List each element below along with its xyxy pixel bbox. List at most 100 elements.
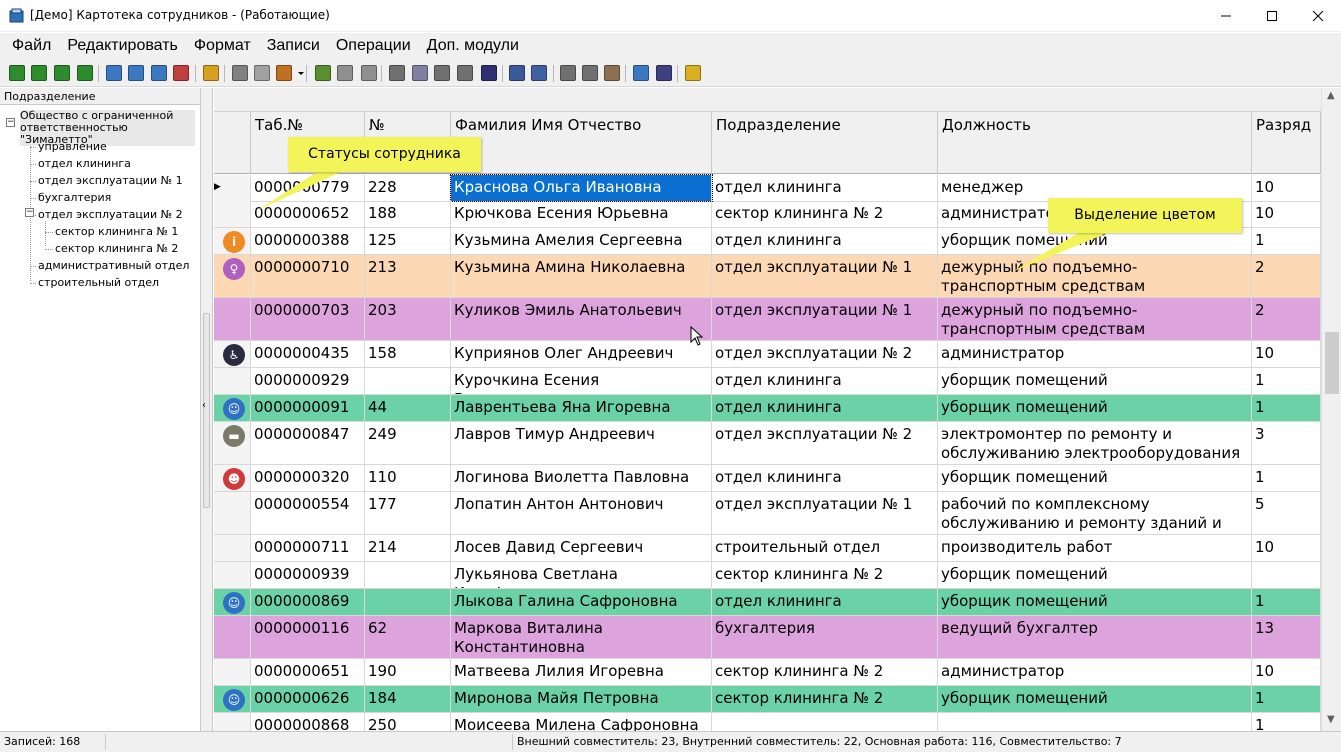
tree-node[interactable]: управление — [38, 140, 107, 153]
cell-grade[interactable]: 1 — [1252, 686, 1321, 712]
table-row[interactable]: ☻ 0000000320 110 Логинова Виолетта Павловна… — [214, 465, 1321, 492]
next-record-icon[interactable] — [54, 65, 70, 81]
cell-tab[interactable]: 0000000116 — [251, 616, 365, 658]
menu-item-4[interactable]: Операции — [328, 33, 419, 59]
column-header[interactable]: Должность — [938, 112, 1252, 174]
cell-num[interactable]: 110 — [365, 465, 451, 491]
cell-position[interactable]: производитель работ — [938, 535, 1252, 561]
cell-dept[interactable]: отдел клининга — [712, 589, 938, 615]
cell-num[interactable]: 62 — [365, 616, 451, 658]
import-icon[interactable] — [315, 65, 331, 81]
cell-num[interactable]: 213 — [365, 255, 451, 297]
cell-name[interactable]: Крючкова Есения Юрьевна — [451, 201, 712, 227]
cell-tab[interactable]: 0000000868 — [251, 713, 365, 731]
cell-name[interactable]: Моисеева Милена Сафроновна — [451, 713, 712, 731]
columns-icon[interactable] — [389, 65, 405, 81]
cell-dept[interactable]: отдел клининга — [712, 395, 938, 421]
cell-tab[interactable]: 0000000091 — [251, 395, 365, 421]
cell-position[interactable] — [938, 713, 1252, 731]
close-icon[interactable] — [1295, 0, 1341, 32]
panel-splitter[interactable]: ‹ — [201, 88, 213, 731]
tree-node[interactable]: отдел эксплуатации № 1 — [38, 174, 183, 187]
copy-record-icon[interactable] — [128, 65, 144, 81]
prev-record-icon[interactable] — [31, 65, 47, 81]
cell-num[interactable]: 44 — [365, 395, 451, 421]
table-row[interactable]: ☺ 0000000869 Лыкова Галина Сафроновна отдел… — [214, 589, 1321, 616]
add-record-icon[interactable] — [106, 65, 122, 81]
cell-name[interactable]: Маркова Виталина Константиновна — [451, 616, 712, 658]
cell-dept[interactable]: строительный отдел — [712, 535, 938, 561]
cell-tab[interactable]: 0000000652 — [251, 201, 365, 227]
cell-dept[interactable]: отдел эксплуатации № 1 — [712, 492, 938, 534]
column-header[interactable]: Фамилия Имя Отчество — [451, 112, 712, 174]
list-icon[interactable] — [457, 65, 473, 81]
cell-position[interactable]: уборщик помещений — [938, 562, 1252, 588]
cell-grade[interactable]: 1 — [1252, 368, 1321, 394]
cell-tab[interactable]: 0000000779 — [251, 175, 365, 201]
cell-tab[interactable]: 0000000388 — [251, 228, 365, 254]
cell-grade[interactable]: 10 — [1252, 175, 1321, 201]
cell-grade[interactable]: 1 — [1252, 589, 1321, 615]
cell-tab[interactable]: 0000000651 — [251, 659, 365, 685]
column-header[interactable]: Подразделение — [712, 112, 938, 174]
table-row[interactable]: 0000000868 250 Моисеева Милена Сафроновна 1 — [214, 713, 1321, 731]
cell-dept[interactable]: сектор клининга № 2 — [712, 659, 938, 685]
menu-item-3[interactable]: Записи — [259, 33, 328, 59]
cell-position[interactable]: администратор — [938, 659, 1252, 685]
refresh-icon[interactable] — [203, 65, 219, 81]
cell-num[interactable]: 125 — [365, 228, 451, 254]
table-row[interactable]: 0000000554 177 Лопатин Антон Антонович отде… — [214, 492, 1321, 535]
table-row[interactable]: 0000000711 214 Лосев Давид Сергеевич строит… — [214, 535, 1321, 562]
cell-num[interactable]: 190 — [365, 659, 451, 685]
cell-dept[interactable]: отдел клининга — [712, 175, 938, 201]
tree-node[interactable]: отдел клининга — [38, 157, 131, 170]
cell-grade[interactable]: 10 — [1252, 535, 1321, 561]
search-icon[interactable] — [276, 65, 292, 81]
menu-item-2[interactable]: Формат — [186, 33, 259, 59]
cell-dept[interactable]: бухгалтерия — [712, 616, 938, 658]
table-row[interactable]: ♀ 0000000710 213 Кузьмина Амина Николаевна о… — [214, 255, 1321, 298]
cell-name[interactable]: Лавров Тимур Андреевич — [451, 422, 712, 464]
cell-num[interactable] — [365, 562, 451, 588]
cell-position[interactable]: электромонтер по ремонту и обслуживанию … — [938, 422, 1252, 464]
copy-icon[interactable] — [560, 65, 576, 81]
cell-dept[interactable]: сектор клининга № 2 — [712, 686, 938, 712]
cell-name[interactable]: Краснова Ольга Ивановна — [450, 174, 713, 202]
tree-node[interactable]: сектор клининга № 2 — [55, 242, 178, 255]
edit-record-icon[interactable] — [151, 65, 167, 81]
cell-position[interactable]: уборщик помещений — [938, 686, 1252, 712]
collapse-root-icon[interactable]: − — [6, 118, 15, 127]
cell-dept[interactable]: отдел эксплуатации № 1 — [712, 255, 938, 297]
menu-item-0[interactable]: Файл — [4, 33, 59, 59]
table-row[interactable]: ▬ 0000000847 249 Лавров Тимур Андреевич отде… — [214, 422, 1321, 465]
cell-tab[interactable]: 0000000554 — [251, 492, 365, 534]
cell-dept[interactable]: отдел клининга — [712, 368, 938, 394]
cell-dept[interactable]: отдел клининга — [712, 465, 938, 491]
table-row[interactable]: 0000000703 203 Куликов Эмиль Анатольевич от… — [214, 298, 1321, 341]
cell-dept[interactable] — [712, 713, 938, 731]
cell-name[interactable]: Лосев Давид Сергеевич — [451, 535, 712, 561]
cell-num[interactable]: 249 — [365, 422, 451, 464]
menu-item-5[interactable]: Доп. модули — [419, 33, 527, 59]
cell-position[interactable]: уборщик помещений — [938, 465, 1252, 491]
cell-grade[interactable]: 1 — [1252, 713, 1321, 731]
column-header[interactable]: Разряд — [1252, 112, 1321, 174]
cell-name[interactable]: Лаврентьева Яна Игоревна — [451, 395, 712, 421]
cut-icon[interactable] — [582, 65, 598, 81]
table-row[interactable]: 0000000651 190 Матвеева Лилия Игоревна сект… — [214, 659, 1321, 686]
report-icon[interactable] — [531, 65, 547, 81]
maximize-icon[interactable] — [1249, 0, 1295, 32]
cell-grade[interactable]: 10 — [1252, 201, 1321, 227]
collapse-node-icon[interactable]: − — [25, 208, 34, 217]
cell-tab[interactable]: 0000000929 — [251, 368, 365, 394]
first-record-icon[interactable] — [9, 65, 25, 81]
cell-name[interactable]: Лопатин Антон Антонович — [451, 492, 712, 534]
cell-grade[interactable]: 10 — [1252, 341, 1321, 367]
cell-position[interactable]: администратор — [938, 341, 1252, 367]
align-icon[interactable] — [434, 65, 450, 81]
scroll-up-icon[interactable]: ▲ — [1327, 90, 1335, 101]
cell-grade[interactable]: 2 — [1252, 298, 1321, 340]
cell-name[interactable]: Миронова Майя Петровна — [451, 686, 712, 712]
cell-tab[interactable]: 0000000703 — [251, 298, 365, 340]
form-icon[interactable] — [412, 65, 428, 81]
